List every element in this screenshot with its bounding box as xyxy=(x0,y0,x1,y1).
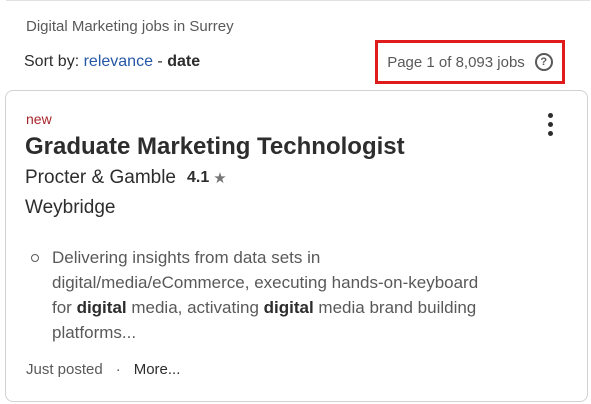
company-rating: 4.1 xyxy=(187,169,210,186)
job-snippet: Delivering insights from data sets in di… xyxy=(26,245,546,345)
company-name: Procter & Gamble xyxy=(25,167,176,188)
company-line: Procter & Gamble 4.1 ★ xyxy=(25,167,227,189)
job-card[interactable]: new Graduate Marketing Technologist Proc… xyxy=(5,90,588,402)
sort-separator: - xyxy=(157,53,163,70)
search-breadcrumb: Digital Marketing jobs in Surrey xyxy=(26,18,234,35)
job-location: Weybridge xyxy=(25,197,116,218)
job-footer: Just posted · More... xyxy=(26,361,180,378)
bullet-circle-icon xyxy=(31,254,39,262)
snippet-line: platforms... xyxy=(52,323,137,342)
page-count-highlight: Page 1 of 8,093 jobs ? xyxy=(375,40,565,84)
footer-separator: · xyxy=(115,361,121,378)
snippet-keyword: digital xyxy=(263,298,314,317)
snippet-line: for digital media, activating digital me… xyxy=(52,298,477,317)
snippet-line: Delivering insights from data sets in xyxy=(52,248,321,267)
sort-date-option[interactable]: date xyxy=(167,53,200,70)
snippet-line: digital/media/eCommerce, executing hands… xyxy=(52,273,479,292)
sort-control: Sort by: relevance - date xyxy=(24,53,200,71)
job-title-link[interactable]: Graduate Marketing Technologist xyxy=(25,133,405,161)
top-divider xyxy=(6,0,590,1)
page-count-text: Page 1 of 8,093 jobs xyxy=(387,53,525,71)
sort-relevance-link[interactable]: relevance xyxy=(84,53,153,70)
posted-date: Just posted xyxy=(26,361,103,378)
question-circle-icon[interactable]: ? xyxy=(534,53,553,71)
sort-label: Sort by: xyxy=(24,53,80,70)
more-link[interactable]: More... xyxy=(134,361,181,378)
snippet-keyword: digital xyxy=(76,298,127,317)
new-badge: new xyxy=(26,111,52,127)
star-icon: ★ xyxy=(213,170,227,187)
more-options-icon[interactable] xyxy=(539,111,563,139)
